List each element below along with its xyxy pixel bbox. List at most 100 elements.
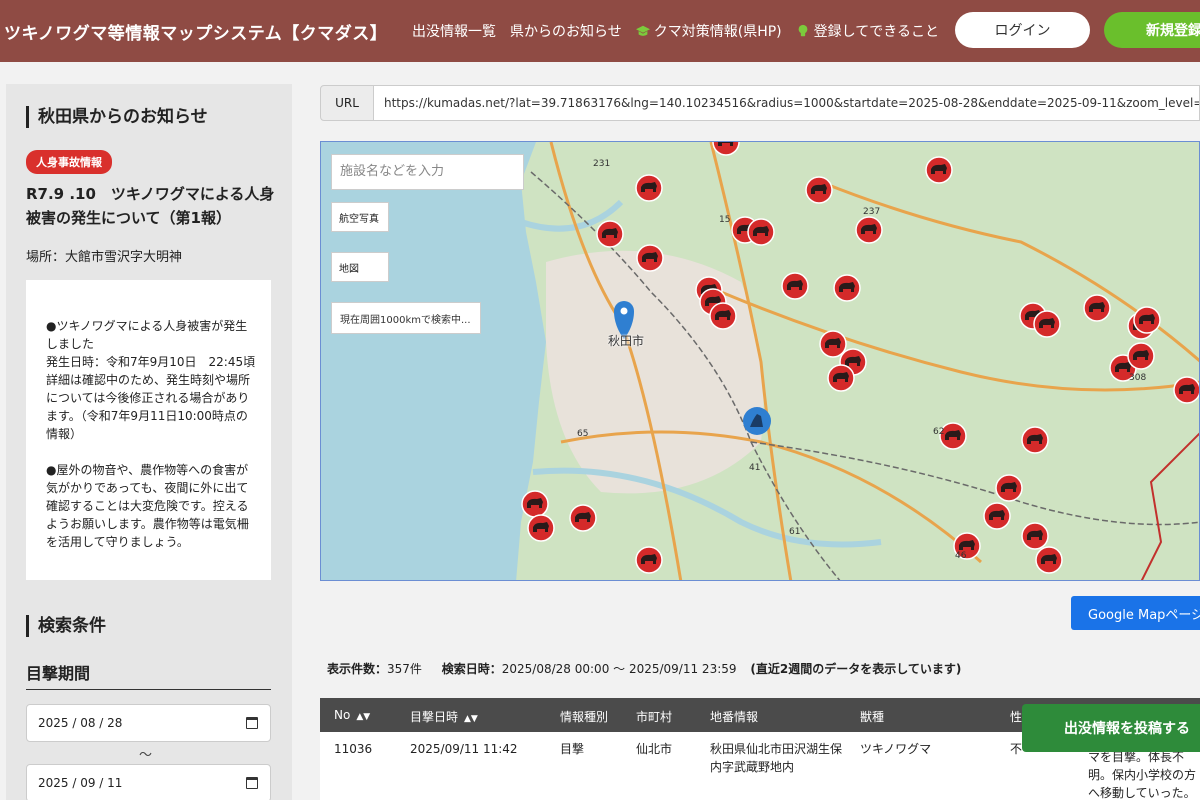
col-label: No bbox=[334, 708, 351, 722]
col-no[interactable]: No ▲▼ bbox=[334, 708, 370, 722]
news-paragraph: ●屋外の物音や、農作物等への食害が気がかりであっても、夜間に外に出て確認すること… bbox=[46, 463, 249, 549]
road-label: 61 bbox=[789, 527, 800, 537]
url-label: URL bbox=[320, 85, 374, 121]
bear-marker-icon[interactable] bbox=[636, 244, 664, 272]
bear-marker-icon[interactable] bbox=[855, 216, 883, 244]
bear-marker-icon[interactable] bbox=[925, 156, 953, 184]
nav-member-features[interactable]: 登録してできること bbox=[796, 21, 939, 41]
road-label: 46 bbox=[955, 551, 967, 561]
bear-marker-icon[interactable] bbox=[1021, 426, 1049, 454]
bear-marker-icon[interactable] bbox=[983, 502, 1011, 530]
bear-marker-icon[interactable] bbox=[712, 142, 740, 156]
date-from-value: 2025 / 08 / 28 bbox=[38, 716, 123, 730]
bear-marker-icon[interactable] bbox=[635, 546, 663, 574]
railway bbox=[750, 441, 1199, 526]
prefecture-border bbox=[1140, 432, 1199, 580]
nav-label: 県からのお知らせ bbox=[510, 24, 622, 40]
map-canvas[interactable]: 231 15 237 308 65 41 61 62 46 bbox=[321, 142, 1200, 581]
sort-icon[interactable]: ▲▼ bbox=[464, 714, 478, 724]
bear-marker-icon[interactable] bbox=[709, 302, 737, 330]
news-body: ●ツキノワグマによる人身被害が発生しました 発生日時：令和7年9月10日 22:… bbox=[26, 280, 271, 580]
col-label: 目撃日時 bbox=[410, 710, 459, 724]
nav-label: クマ対策情報(県HP) bbox=[653, 24, 782, 40]
news-location: 場所：大館市雪沢字大明神 bbox=[26, 250, 183, 265]
bear-marker-icon[interactable] bbox=[1127, 342, 1155, 370]
nav-label: 登録してできること bbox=[813, 24, 939, 40]
date-from-input[interactable]: 2025 / 08 / 28 bbox=[26, 704, 271, 742]
map-search-status: 現在周囲1000kmで検索中... bbox=[331, 302, 481, 334]
signup-button[interactable]: 新規登録 bbox=[1104, 12, 1200, 48]
bear-marker-icon[interactable] bbox=[635, 174, 663, 202]
cell-datetime: 2025/09/11 11:42 bbox=[410, 742, 518, 756]
count-label: 表示件数： bbox=[327, 662, 388, 676]
cell-description: マを目撃。体長不明。保内小学校の方へ移動していった。 bbox=[1088, 750, 1197, 800]
bear-marker-icon[interactable] bbox=[1033, 310, 1061, 338]
cell-species: ツキノワグマ bbox=[860, 742, 932, 756]
login-button[interactable]: ログイン bbox=[955, 12, 1090, 48]
date-to-input[interactable]: 2025 / 09 / 11 bbox=[26, 764, 271, 800]
cell-address: 秋田県仙北市田沢湖生保内字武蔵野地内 bbox=[710, 742, 843, 774]
news-paragraph: ●ツキノワグマによる人身被害が発生しました 発生日時：令和7年9月10日 22:… bbox=[46, 319, 256, 441]
road-label: 15 bbox=[719, 215, 730, 225]
bear-marker-icon[interactable] bbox=[569, 504, 597, 532]
road-label: 237 bbox=[863, 207, 880, 217]
news-title[interactable]: R7.9 .10 ツキノワグマによる人身被害の発生について（第1報） bbox=[26, 182, 276, 230]
bear-marker-icon[interactable] bbox=[995, 474, 1023, 502]
urban-area bbox=[546, 250, 764, 494]
map-search-input[interactable]: 施設名などを入力 bbox=[331, 154, 524, 190]
bear-marker-icon[interactable] bbox=[747, 218, 775, 246]
bear-marker-icon[interactable] bbox=[527, 514, 555, 542]
bear-marker-icon[interactable] bbox=[1021, 522, 1049, 550]
bear-marker-icon[interactable] bbox=[819, 330, 847, 358]
map-search-placeholder: 施設名などを入力 bbox=[340, 164, 445, 179]
google-map-button[interactable]: Google Mapページ bbox=[1071, 596, 1200, 630]
results-summary: 表示件数：357件 検索日時：2025/08/28 00:00 ～ 2025/0… bbox=[327, 660, 961, 677]
col-address: 地番情報 bbox=[710, 710, 759, 724]
bear-marker-icon[interactable] bbox=[1083, 294, 1111, 322]
current-location-marker[interactable] bbox=[743, 407, 771, 435]
date-range: 2025/08/28 00:00 ～ 2025/09/11 23:59 bbox=[501, 662, 737, 676]
graduation-cap-icon bbox=[635, 25, 650, 36]
lightbulb-icon bbox=[798, 24, 808, 37]
date-label: 検索日時： bbox=[441, 662, 502, 676]
nav-prefecture-notices[interactable]: 県からのお知らせ bbox=[510, 21, 622, 41]
nav-label: 出没情報一覧 bbox=[412, 24, 496, 40]
site-title[interactable]: ツキノワグマ等情報マップシステム【クマダス】 bbox=[4, 19, 387, 44]
col-datetime[interactable]: 目撃日時 ▲▼ bbox=[410, 708, 478, 725]
bear-marker-icon[interactable] bbox=[833, 274, 861, 302]
url-field[interactable]: https://kumadas.net/?lat=39.71863176&lng… bbox=[373, 85, 1200, 121]
bear-marker-icon[interactable] bbox=[521, 490, 549, 518]
bear-marker-icon[interactable] bbox=[1173, 376, 1200, 404]
cell-city: 仙北市 bbox=[636, 742, 673, 756]
calendar-icon[interactable] bbox=[246, 777, 258, 789]
col-sex: 性 bbox=[1010, 710, 1023, 724]
date-to-value: 2025 / 09 / 11 bbox=[38, 776, 123, 790]
calendar-icon[interactable] bbox=[246, 717, 258, 729]
road-label: 308 bbox=[1129, 373, 1146, 383]
city-label: 秋田市 bbox=[608, 334, 645, 348]
sort-icon[interactable]: ▲▼ bbox=[356, 712, 370, 722]
road-label: 62 bbox=[933, 427, 944, 437]
road-label: 41 bbox=[749, 463, 760, 473]
post-sighting-button[interactable]: 出没情報を投稿する bbox=[1022, 704, 1200, 752]
main-nav: 出没情報一覧 県からのお知らせ クマ対策情報(県HP) 登録してできること bbox=[412, 0, 939, 62]
sidebar: 秋田県からのお知らせ 人身事故情報 R7.9 .10 ツキノワグマによる人身被害… bbox=[6, 84, 292, 800]
map-view[interactable]: 231 15 237 308 65 41 61 62 46 施設名などを入力 航空写真 地図 現… bbox=[320, 141, 1200, 581]
col-species: 獣種 bbox=[860, 710, 885, 724]
bear-marker-icon[interactable] bbox=[805, 176, 833, 204]
nav-sightings-list[interactable]: 出没情報一覧 bbox=[412, 21, 496, 41]
bear-marker-icon[interactable] bbox=[827, 364, 855, 392]
col-city: 市町村 bbox=[636, 710, 673, 724]
cell-no: 11036 bbox=[334, 742, 373, 756]
bear-marker-icon[interactable] bbox=[1133, 306, 1161, 334]
period-heading: 目撃期間 bbox=[26, 660, 271, 690]
bear-marker-icon[interactable] bbox=[1035, 546, 1063, 574]
col-type: 情報種別 bbox=[560, 710, 609, 724]
result-count: 357件 bbox=[387, 662, 422, 676]
map-layer-button[interactable]: 地図 bbox=[331, 252, 389, 282]
aerial-photo-button[interactable]: 航空写真 bbox=[331, 202, 389, 232]
bear-marker-icon[interactable] bbox=[596, 220, 624, 248]
nav-bear-measures[interactable]: クマ対策情報(県HP) bbox=[635, 21, 782, 41]
road-label: 231 bbox=[593, 159, 610, 169]
bear-marker-icon[interactable] bbox=[781, 272, 809, 300]
